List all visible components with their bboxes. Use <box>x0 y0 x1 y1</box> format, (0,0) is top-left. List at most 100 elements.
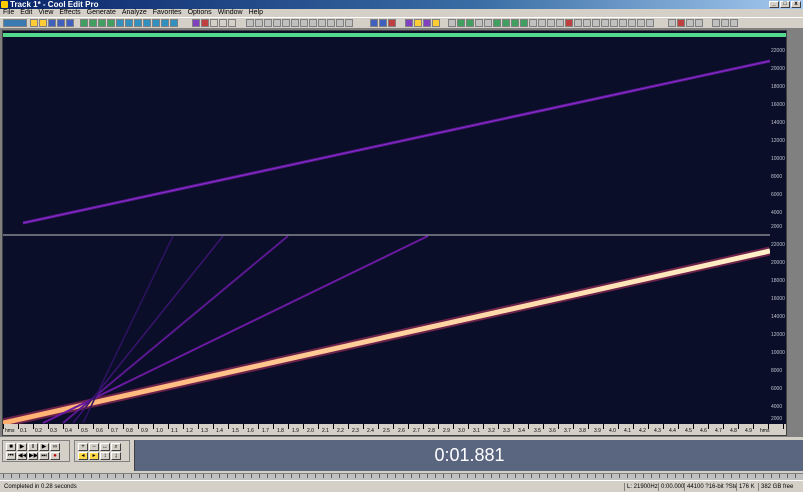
stretch-icon[interactable] <box>345 19 353 27</box>
cut-icon[interactable] <box>80 19 88 27</box>
zoom-full-icon[interactable] <box>388 19 396 27</box>
mixer-icon[interactable] <box>414 19 422 27</box>
tile-icon[interactable] <box>721 19 729 27</box>
play-button[interactable]: ▶ <box>17 443 27 451</box>
fade-in-icon[interactable] <box>273 19 281 27</box>
mix-paste-icon[interactable] <box>107 19 115 27</box>
scrub-tool-icon[interactable] <box>466 19 474 27</box>
go-to-start-button[interactable]: ⏮ <box>6 452 16 460</box>
app-icon[interactable] <box>1 1 8 8</box>
trim-icon[interactable] <box>143 19 151 27</box>
time-select-icon[interactable] <box>210 19 218 27</box>
open-file-icon[interactable] <box>39 19 47 27</box>
menu-analyze[interactable]: Analyze <box>119 9 150 17</box>
click-eliminator-icon[interactable] <box>538 19 546 27</box>
crop-icon[interactable] <box>161 19 169 27</box>
go-to-end-button[interactable]: ⏭ <box>39 452 49 460</box>
multitrack-view-icon[interactable] <box>3 19 27 27</box>
delete-silence-icon[interactable] <box>152 19 160 27</box>
play-to-end-button[interactable]: ▶ <box>39 443 49 451</box>
hiss-reduction-icon[interactable] <box>547 19 555 27</box>
metronome-icon[interactable] <box>520 19 528 27</box>
menu-effects[interactable]: Effects <box>56 9 83 17</box>
menu-generate[interactable]: Generate <box>84 9 119 17</box>
silence-icon[interactable] <box>309 19 317 27</box>
zoom-out-icon[interactable] <box>379 19 387 27</box>
help-icon[interactable] <box>730 19 738 27</box>
delay-icon[interactable] <box>610 19 618 27</box>
filter-icon[interactable] <box>336 19 344 27</box>
spectral-view-icon[interactable] <box>192 19 200 27</box>
repeat-icon[interactable] <box>134 19 142 27</box>
distortion-icon[interactable] <box>592 19 600 27</box>
channel-mixer-icon[interactable] <box>646 19 654 27</box>
reverb-icon[interactable] <box>327 19 335 27</box>
save-as-icon[interactable] <box>57 19 65 27</box>
compressor-icon[interactable] <box>601 19 609 27</box>
batch-icon[interactable] <box>677 19 685 27</box>
properties-icon[interactable] <box>695 19 703 27</box>
marquee-icon[interactable] <box>219 19 227 27</box>
zoom-sel-button[interactable]: ⌕ <box>111 443 121 451</box>
menu-file[interactable]: File <box>0 9 17 17</box>
maximize-button[interactable]: □ <box>780 1 790 8</box>
clip-restoration-icon[interactable] <box>556 19 564 27</box>
zoom-in-icon[interactable] <box>370 19 378 27</box>
menu-options[interactable]: Options <box>185 9 215 17</box>
menu-favorites[interactable]: Favorites <box>150 9 185 17</box>
paste-icon[interactable] <box>98 19 106 27</box>
rewind-button[interactable]: ◀◀ <box>17 452 27 460</box>
overview-bar[interactable] <box>3 31 786 38</box>
fast-forward-button[interactable]: ▶▶ <box>28 452 38 460</box>
brainwave-icon[interactable] <box>637 19 645 27</box>
frequency-analysis-icon[interactable] <box>432 19 440 27</box>
reverse-icon[interactable] <box>300 19 308 27</box>
cascade-icon[interactable] <box>712 19 720 27</box>
zoom-right-button[interactable]: ▸ <box>89 452 99 460</box>
undo-icon[interactable] <box>116 19 124 27</box>
close-button[interactable]: x <box>791 1 801 8</box>
stop-button[interactable]: ■ <box>6 443 16 451</box>
marker-icon[interactable] <box>475 19 483 27</box>
menu-window[interactable]: Window <box>215 9 246 17</box>
lasso-icon[interactable] <box>228 19 236 27</box>
pause-button[interactable]: ‖ <box>28 443 38 451</box>
equalizer-icon[interactable] <box>423 19 431 27</box>
new-file-icon[interactable] <box>30 19 38 27</box>
loop-play-button[interactable]: ∞ <box>50 443 60 451</box>
cd-player-icon[interactable] <box>405 19 413 27</box>
amplify-icon[interactable] <box>255 19 263 27</box>
echo-icon[interactable] <box>318 19 326 27</box>
minimize-button[interactable]: _ <box>769 1 779 8</box>
record-button[interactable]: ● <box>50 452 60 460</box>
convolution-icon[interactable] <box>628 19 636 27</box>
zoom-in-v-button[interactable]: ↕ <box>100 452 110 460</box>
envelope-icon[interactable] <box>264 19 272 27</box>
save-icon[interactable] <box>48 19 56 27</box>
fade-out-icon[interactable] <box>282 19 290 27</box>
zoom-in-h-button[interactable]: + <box>78 443 88 451</box>
chorus-icon[interactable] <box>574 19 582 27</box>
settings-icon[interactable] <box>686 19 694 27</box>
mute-icon[interactable] <box>170 19 178 27</box>
loop-icon[interactable] <box>502 19 510 27</box>
time-ruler[interactable]: hms 0.1 0.2 0.3 0.4 0.5 0.6 0.7 0.8 0.9 1.0 1.1 1.2 1… <box>3 424 786 435</box>
redo-icon[interactable] <box>125 19 133 27</box>
pencil-tool-icon[interactable] <box>448 19 456 27</box>
menu-edit[interactable]: Edit <box>17 9 35 17</box>
hand-tool-icon[interactable] <box>457 19 465 27</box>
flanger-icon[interactable] <box>583 19 591 27</box>
spectral-display[interactable] <box>3 38 786 425</box>
zoom-full-h-button[interactable]: ↔ <box>100 443 110 451</box>
overview-range[interactable] <box>3 33 786 37</box>
tempo-icon[interactable] <box>511 19 519 27</box>
zoom-left-button[interactable]: ◂ <box>78 452 88 460</box>
waveform-window[interactable]: 22000 20000 18000 16000 14000 12000 1000… <box>2 30 787 436</box>
invert-icon[interactable] <box>291 19 299 27</box>
zoom-out-v-button[interactable]: ↨ <box>111 452 121 460</box>
scripts-icon[interactable] <box>668 19 676 27</box>
menu-help[interactable]: Help <box>246 9 266 17</box>
menu-view[interactable]: View <box>35 9 56 17</box>
record-setup-icon[interactable] <box>201 19 209 27</box>
normalize-icon[interactable] <box>246 19 254 27</box>
